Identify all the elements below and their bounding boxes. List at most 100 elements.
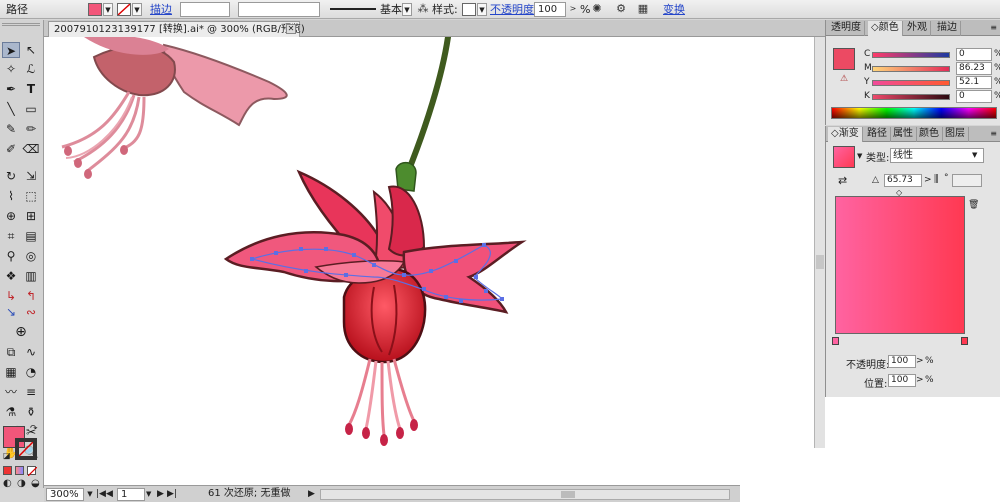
next-page-icon[interactable]: ▶ [157, 488, 164, 501]
brush-icon[interactable]: ⁂ [416, 2, 430, 16]
aspect-field[interactable] [952, 174, 982, 187]
canvas[interactable] [44, 37, 814, 485]
stroke-swatch[interactable] [117, 3, 131, 16]
tab-gradient[interactable]: ◇渐变 [828, 127, 863, 142]
symbol-sprayer-tool-icon[interactable]: ❖ [2, 268, 20, 284]
rotate-tool-icon[interactable]: ↻ [2, 168, 20, 184]
pie-tool-icon[interactable]: ◔ [22, 364, 40, 380]
stroke-weight-field[interactable] [180, 2, 230, 17]
opacity-arrow-icon[interactable]: > [566, 2, 580, 16]
start-color-stop[interactable] [832, 337, 839, 345]
eyedropper-tool-icon[interactable]: ⚲ [2, 248, 20, 264]
angle-field[interactable]: 65.73 [884, 174, 922, 187]
paintbrush-tool-icon[interactable]: ✎ [2, 121, 20, 137]
stop-position-field[interactable]: 100 [888, 374, 916, 387]
tab-pathfinder[interactable]: 路径 [864, 127, 891, 142]
shape-builder-tool-icon[interactable]: ⊕ [2, 208, 20, 224]
type-dropdown-icon[interactable]: ▼ [972, 151, 977, 159]
line-tool-icon[interactable]: ╲ [2, 101, 20, 117]
opacity-field[interactable]: 100 [534, 2, 566, 17]
width-tool-icon[interactable]: ∾ [22, 304, 40, 320]
warp-tool-icon[interactable]: ⌇ [2, 188, 20, 204]
magenta-value[interactable]: 86.23 [956, 62, 992, 75]
tab-attributes[interactable]: 属性 [890, 127, 917, 142]
wave-tool-icon[interactable]: 〰 [2, 384, 20, 400]
magenta-slider[interactable] [872, 66, 950, 72]
draw-behind-icon[interactable]: ◒ [31, 478, 40, 489]
angle-arrow-icon[interactable]: > [924, 175, 932, 185]
lasso-tool-icon[interactable]: ℒ [22, 61, 40, 77]
end-color-stop[interactable] [961, 337, 968, 345]
color-spectrum[interactable] [831, 107, 997, 119]
gradient-mode-icon[interactable] [15, 466, 24, 475]
gradient-type-select[interactable]: 线性 [890, 148, 984, 163]
black-value[interactable]: 0 [956, 90, 992, 103]
opacity-link[interactable]: 不透明度 [490, 2, 534, 17]
stop-position-arrow-icon[interactable]: > [916, 375, 924, 385]
out-of-gamut-icon[interactable]: ⚠ [840, 74, 848, 84]
h-scrollbar-thumb[interactable] [561, 491, 575, 498]
page-dropdown-icon[interactable]: ▼ [146, 488, 151, 501]
stop-opacity-field[interactable]: 100 [888, 355, 916, 368]
free-transform-tool-icon[interactable]: ⬚ [22, 188, 40, 204]
align-tool-icon[interactable]: ≡ [22, 384, 40, 400]
zoom-field[interactable]: 300% [46, 488, 84, 501]
document-tab[interactable]: 20079101231391​77 [转换].ai* @ 300% (RGB/预… [48, 21, 305, 37]
eraser-tool-icon[interactable]: ⌫ [22, 141, 40, 157]
screen-mode-icon[interactable]: ◑ [17, 478, 26, 489]
tab-color[interactable]: ◇颜色 [868, 21, 903, 36]
gradient-tool-icon[interactable]: ▤ [22, 228, 40, 244]
prev-page-icon[interactable]: ◀ [106, 488, 113, 501]
recolor-icon[interactable]: ✺ [590, 2, 604, 16]
blob-brush-tool-icon[interactable]: ✐ [2, 141, 20, 157]
black-slider[interactable] [872, 94, 950, 100]
gradient-slider[interactable] [835, 196, 965, 334]
last-page-icon[interactable]: ▶| [167, 488, 177, 501]
current-color-swatch[interactable] [833, 48, 855, 70]
zoom-dropdown-icon[interactable]: ▼ [85, 488, 95, 501]
column-graph-tool-icon[interactable]: ▥ [22, 268, 40, 284]
fill-dropdown[interactable]: ▼ [103, 3, 113, 16]
style-dropdown[interactable]: ▼ [477, 3, 487, 16]
scrollbar-thumb[interactable] [816, 255, 824, 269]
reverse-gradient-icon[interactable]: ⇄ [838, 174, 847, 187]
yellow-value[interactable]: 52.1 [956, 76, 992, 89]
stroke-dropdown[interactable]: ▼ [132, 3, 142, 16]
transform-link[interactable]: 变换 [663, 2, 685, 17]
cyan-slider[interactable] [872, 52, 950, 58]
live-paint-tool-icon[interactable]: ⚗ [2, 404, 20, 420]
scale-tool-icon[interactable]: ⇲ [22, 168, 40, 184]
tab-stroke[interactable]: 描边 [934, 21, 961, 36]
tab-appearance[interactable]: 外观 [904, 21, 931, 36]
graphic-style-swatch[interactable] [462, 3, 476, 16]
gradient-swatch-dropdown-icon[interactable]: ▼ [857, 152, 862, 160]
swap-colors-icon[interactable]: ↷ [30, 424, 38, 434]
draw-mode-icon[interactable]: ◐ [3, 478, 12, 489]
magic-wand-tool-icon[interactable]: ✧ [2, 61, 20, 77]
artboard-tool-icon[interactable]: ⧉ [2, 344, 20, 360]
close-icon[interactable]: ✕ [286, 24, 296, 34]
mesh-tool-icon[interactable]: ⌗ [2, 228, 20, 244]
vertical-scrollbar[interactable] [814, 37, 825, 485]
anchor-point-tool-icon[interactable]: ↳ [2, 288, 20, 304]
align-icon[interactable]: ▦ [636, 2, 650, 16]
selection-tool-icon[interactable]: ➤ [2, 42, 20, 58]
envelope-tool-icon[interactable]: ∿ [22, 344, 40, 360]
stroke-color-box[interactable] [15, 438, 37, 460]
color-mode-icon[interactable] [3, 466, 12, 475]
chart-tool-icon[interactable]: ▦ [2, 364, 20, 380]
status-menu-icon[interactable]: ▶ [308, 488, 315, 501]
type-tool-icon[interactable]: T [22, 81, 40, 97]
fill-swatch[interactable] [88, 3, 102, 16]
panel-menu-icon[interactable]: ≡ [990, 129, 997, 138]
stroke-link[interactable]: 描边 [150, 2, 172, 17]
gradient-preview-swatch[interactable] [833, 146, 855, 168]
gear-icon[interactable]: ⚙ [614, 2, 628, 16]
cyan-value[interactable]: 0 [956, 48, 992, 61]
profile-dropdown[interactable]: ▼ [402, 3, 412, 16]
yellow-slider[interactable] [872, 80, 950, 86]
rectangle-tool-icon[interactable]: ▭ [22, 101, 40, 117]
delete-stop-icon[interactable]: 🗑 [968, 200, 979, 210]
reshape-tool-icon[interactable]: ↘ [2, 304, 20, 320]
stop-opacity-arrow-icon[interactable]: > [916, 356, 924, 366]
